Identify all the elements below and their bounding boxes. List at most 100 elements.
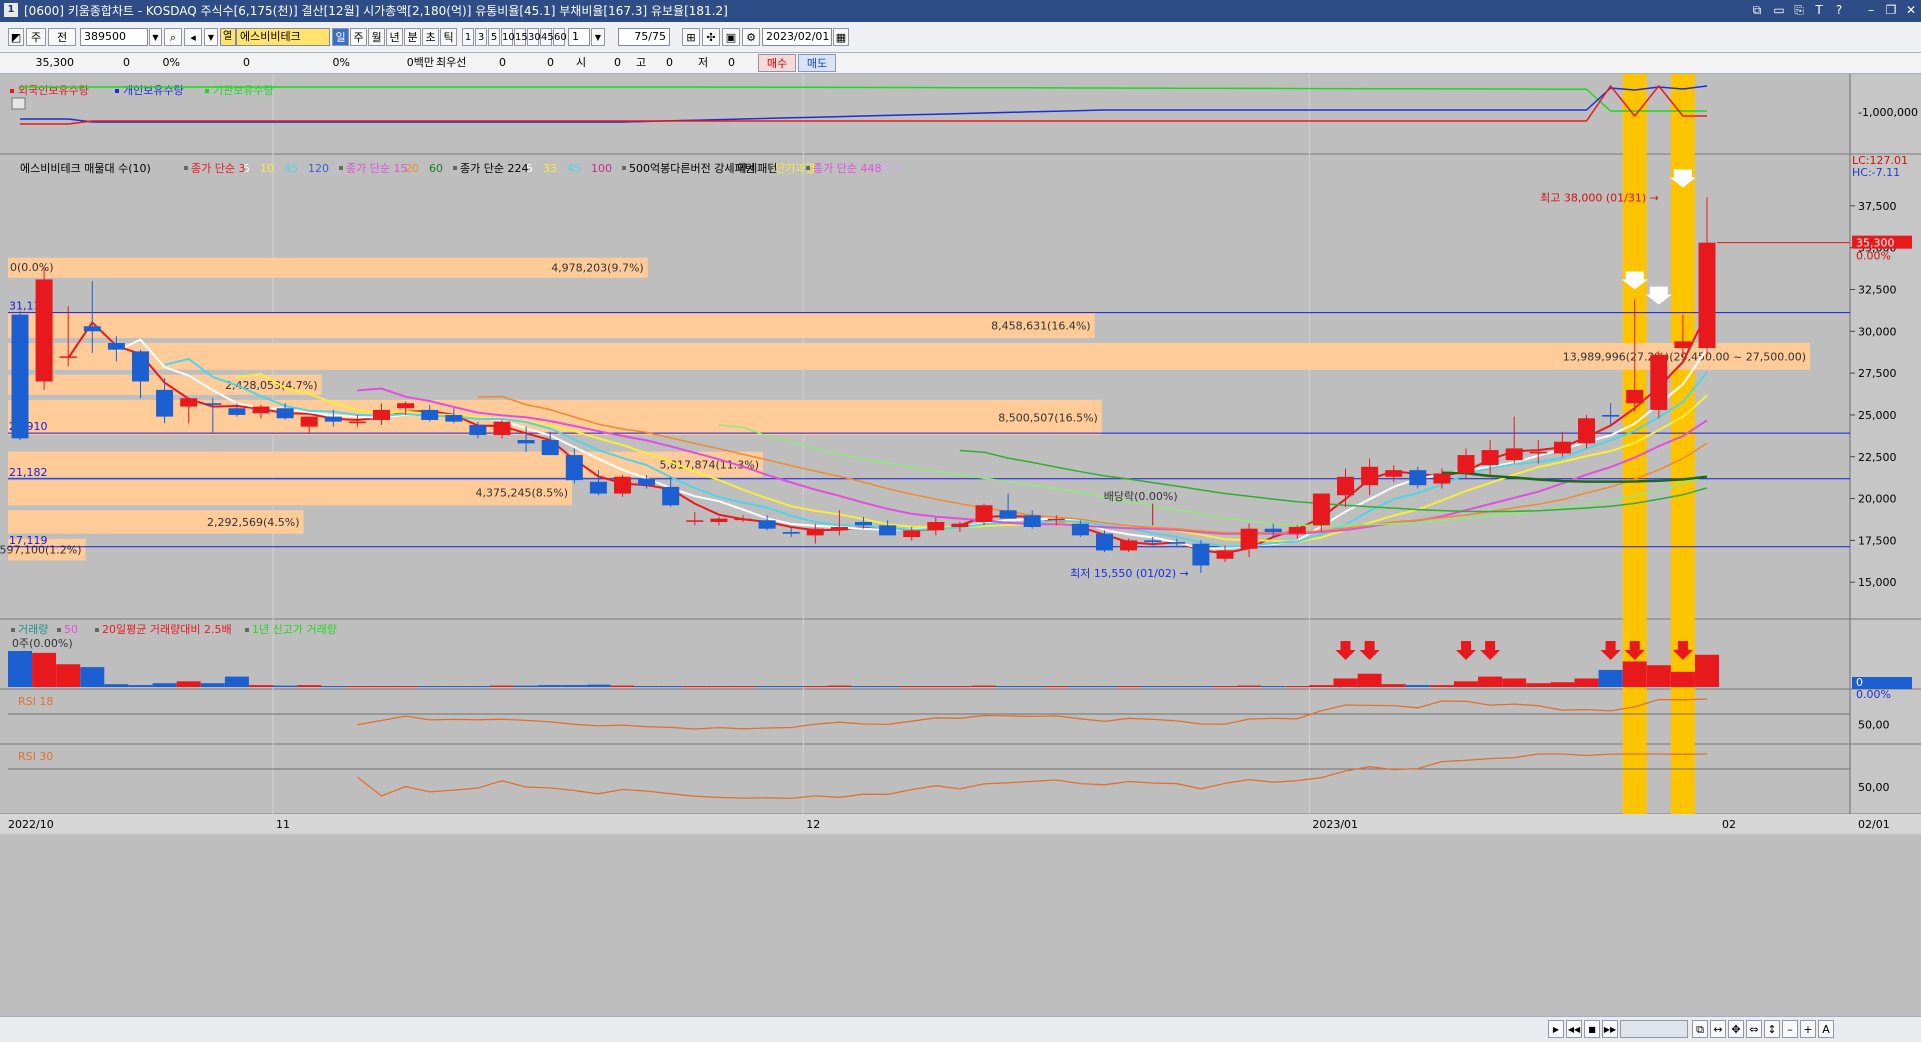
volume-profile-label-0: 4,978,203(9.7%): [551, 262, 644, 275]
count-display[interactable]: 75/75: [618, 28, 670, 46]
period-button-4[interactable]: 분: [404, 28, 421, 46]
interval-button-1[interactable]: 1: [462, 28, 474, 46]
period-button-2[interactable]: 월: [368, 28, 385, 46]
code-dropdown-icon[interactable]: ▼: [149, 28, 162, 46]
buy-button[interactable]: 매수: [758, 54, 796, 72]
date-input[interactable]: 2023/02/01: [762, 28, 832, 46]
volume-bar-60: [1454, 681, 1478, 687]
volume-profile-label-1: 8,458,631(16.4%): [991, 319, 1091, 332]
period-button-0[interactable]: 일: [332, 28, 349, 46]
first-page-icon[interactable]: ◀◀: [1566, 1020, 1582, 1038]
minimize-icon[interactable]: –: [1862, 2, 1880, 19]
code-input[interactable]: 389500: [80, 28, 148, 46]
candle-body-41: [999, 510, 1017, 519]
stock-name-field[interactable]: 에스비비테크: [236, 28, 330, 46]
settings-icon[interactable]: ⚙: [742, 28, 760, 46]
grid-icon[interactable]: ⊞: [682, 28, 700, 46]
candle-body-32: [782, 532, 800, 534]
candle-body-31: [758, 520, 776, 529]
candle-body-28: [686, 520, 704, 522]
interval-button-5[interactable]: 5: [488, 28, 500, 46]
restore-icon[interactable]: ❐: [1882, 2, 1900, 19]
high-annotation: 최고 38,000 (01/31) →: [1540, 191, 1659, 204]
text-icon[interactable]: T: [1810, 2, 1828, 19]
best-bid-label: 최우선: [436, 56, 467, 69]
volume-bar-8: [200, 683, 225, 687]
text-size-icon[interactable]: A: [1818, 1020, 1834, 1038]
scroll-track[interactable]: [1620, 1020, 1688, 1038]
period-button-3[interactable]: 년: [386, 28, 403, 46]
period-sub-select[interactable]: 전: [48, 28, 76, 46]
stop-icon[interactable]: ■: [1584, 1020, 1600, 1038]
ma-legend-16: 종가 단순 448: [813, 162, 881, 175]
save-icon[interactable]: ▣: [722, 28, 740, 46]
candle-body-63: [1529, 451, 1547, 454]
volume-bar-27: [658, 686, 683, 688]
volume-bar-56: [1357, 673, 1382, 687]
zoom-in-icon[interactable]: +: [1800, 1020, 1816, 1038]
volume-bar-33: [803, 686, 828, 688]
holdings-legend-0: 외국인보유수량: [18, 84, 89, 97]
volume-legend-3: 1년 신고가 거래량: [252, 623, 337, 636]
sell-button[interactable]: 매도: [798, 54, 836, 72]
period-button-1[interactable]: 주: [350, 28, 367, 46]
volume-right-pct: 0.00%: [1856, 688, 1891, 701]
calendar-icon[interactable]: ▦: [833, 28, 849, 46]
copy-icon[interactable]: ⎘: [1790, 2, 1808, 19]
volume-bar-24: [586, 684, 611, 687]
volume-bar-50: [1213, 686, 1237, 688]
last-page-icon[interactable]: ▶▶: [1602, 1020, 1618, 1038]
low-label: 저: [698, 56, 709, 69]
tile-windows-icon[interactable]: ⧉: [1748, 2, 1766, 19]
volume-bar-49: [1188, 686, 1213, 688]
interval-button-3[interactable]: 3: [475, 28, 487, 46]
x-axis-label-0: 2022/10: [8, 818, 54, 831]
quote-change-pct: 0%: [162, 56, 180, 69]
close-icon[interactable]: ✕: [1902, 2, 1920, 19]
crosshair-mode-icon[interactable]: ↔: [1710, 1020, 1726, 1038]
holdings-legend-marker-1: [115, 89, 119, 93]
interval-dropdown-icon[interactable]: ▼: [591, 28, 605, 46]
x-axis-label-4: 02: [1722, 818, 1736, 831]
period-main-select[interactable]: 주: [26, 28, 46, 46]
zoom-out-icon[interactable]: –: [1782, 1020, 1798, 1038]
ma-legend-2: 10: [260, 162, 274, 175]
period-button-5[interactable]: 초: [422, 28, 439, 46]
candle-body-34: [830, 527, 848, 531]
ma-legend-12: 100: [591, 162, 612, 175]
crosshair-icon[interactable]: ✣: [702, 28, 720, 46]
candle-body-27: [662, 486, 680, 506]
ma-legend-marker-0: [184, 166, 188, 170]
rsi18-legend: RSI 18: [18, 695, 53, 708]
candle-body-51: [1240, 528, 1258, 549]
zoom-icon[interactable]: ⧉: [1692, 1020, 1708, 1038]
interval-button-15[interactable]: 15: [514, 28, 528, 46]
window-number-icon[interactable]: 1: [4, 3, 18, 17]
price-y-tick-6: 30,000: [1858, 325, 1897, 338]
interval-select[interactable]: 1: [568, 28, 590, 46]
volume-bar-66: [1598, 669, 1623, 687]
period-button-6[interactable]: 틱: [440, 28, 457, 46]
scroll-left-icon[interactable]: ▶: [1548, 1020, 1564, 1038]
volume-bar-40: [972, 685, 996, 687]
price-y-tick-0: 15,000: [1858, 576, 1897, 589]
interval-button-10[interactable]: 10: [501, 28, 515, 46]
search-icon[interactable]: ⌕: [164, 28, 182, 46]
speaker-icon[interactable]: ◂: [184, 28, 202, 46]
volume-profile-band-2: [8, 343, 1810, 370]
volume-bar-0: [8, 651, 32, 687]
chart-area[interactable]: 외국인보유수량 개인보유수량 기관보유수량 -1,000,000 에스비비테크 매물대 …: [0, 74, 1921, 1016]
interval-button-30[interactable]: 30: [527, 28, 541, 46]
favorite-badge[interactable]: 열: [220, 28, 236, 46]
interval-button-60[interactable]: 60: [553, 28, 567, 46]
speaker-dropdown-icon[interactable]: ▼: [204, 28, 218, 46]
volume-bar-42: [1020, 686, 1045, 688]
chart-type-icon[interactable]: ◩: [8, 28, 24, 46]
reset-icon[interactable]: ↕: [1764, 1020, 1780, 1038]
volume-bar-13: [321, 686, 346, 688]
help-icon[interactable]: ?: [1830, 2, 1848, 19]
pan-icon[interactable]: ✥: [1728, 1020, 1744, 1038]
interval-button-45[interactable]: 45: [540, 28, 554, 46]
move-icon[interactable]: ⇔: [1746, 1020, 1762, 1038]
window-icon[interactable]: ▭: [1770, 2, 1788, 19]
